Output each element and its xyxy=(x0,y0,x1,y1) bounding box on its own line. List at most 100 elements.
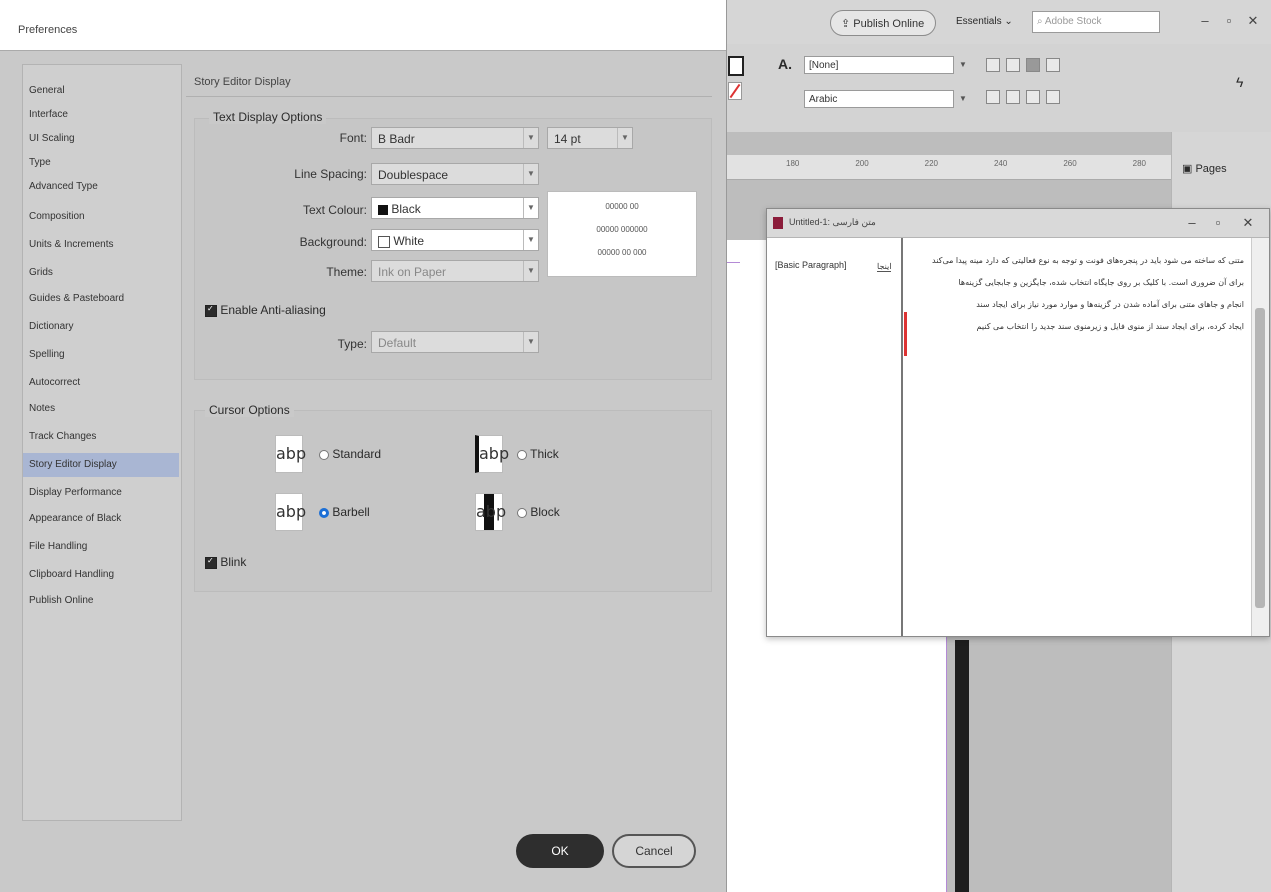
blink-checkbox[interactable]: Blink xyxy=(205,555,246,569)
story-editor-titlebar[interactable]: Untitled-1: متن فارسی – ▫ ✕ xyxy=(767,209,1269,238)
nav-item-appearance-of-black[interactable]: Appearance of Black xyxy=(29,507,121,531)
nav-item-file-handling[interactable]: File Handling xyxy=(29,535,87,559)
ruler-tick: 240 xyxy=(993,159,1008,168)
nav-item-autocorrect[interactable]: Autocorrect xyxy=(29,371,80,395)
nav-item-clipboard-handling[interactable]: Clipboard Handling xyxy=(29,563,114,587)
line-spacing-label: Line Spacing: xyxy=(294,167,367,181)
nav-item-units-increments[interactable]: Units & Increments xyxy=(29,233,113,257)
overset-marker xyxy=(904,312,907,356)
dialog-title: Preferences xyxy=(18,24,78,36)
nav-item-type[interactable]: Type xyxy=(29,151,51,175)
scrollbar-thumb[interactable] xyxy=(1255,308,1265,608)
align-right-button[interactable] xyxy=(1026,58,1040,72)
justify-all-button[interactable] xyxy=(1026,90,1040,104)
justify-left-button[interactable] xyxy=(986,90,1000,104)
group-title: Text Display Options xyxy=(209,110,327,124)
preferences-dialog: Preferences General Interface UI Scaling… xyxy=(0,0,727,892)
type-label: Type: xyxy=(337,337,367,351)
workspace-switcher[interactable]: Essentials ⌄ xyxy=(956,16,1013,27)
pages-icon: ▣ xyxy=(1182,163,1196,175)
chevron-down-icon: ▼ xyxy=(523,230,538,250)
text-colour-select[interactable]: Black ▼ xyxy=(371,197,539,219)
radio-icon xyxy=(517,449,527,460)
story-text-line: متنی که ساخته می شود باید در پنجره‌های ف… xyxy=(932,256,1244,265)
language-field[interactable]: Arabic xyxy=(804,90,954,108)
maximize-button[interactable]: ▫ xyxy=(1207,212,1229,234)
line-spacing-select[interactable]: Doublespace ▼ xyxy=(371,163,539,185)
nav-item-interface[interactable]: Interface xyxy=(29,103,68,127)
search-icon: ⌕ xyxy=(1037,16,1045,27)
minimize-window-button[interactable]: – xyxy=(1194,10,1216,32)
font-size-select[interactable]: 14 pt ▼ xyxy=(547,127,633,149)
nav-item-dictionary[interactable]: Dictionary xyxy=(29,315,73,339)
stroke-swatch-icon[interactable] xyxy=(728,82,742,100)
publish-online-button[interactable]: ⇪ Publish Online xyxy=(830,10,936,36)
ruler-tick: 280 xyxy=(1132,159,1146,168)
theme-label: Theme: xyxy=(326,265,367,279)
close-window-button[interactable]: ✕ xyxy=(1242,10,1264,32)
ruler-tick: 260 xyxy=(1063,159,1077,168)
background-label: Background: xyxy=(299,235,367,249)
nav-item-advanced-type[interactable]: Advanced Type xyxy=(29,175,98,199)
chevron-down-icon: ▼ xyxy=(523,128,538,148)
app-top-bar: ⇪ Publish Online Essentials ⌄ ⌕ Adobe St… xyxy=(726,0,1271,45)
lightning-icon[interactable]: ϟ xyxy=(1236,74,1243,90)
nav-item-spelling[interactable]: Spelling xyxy=(29,343,65,367)
nav-item-composition[interactable]: Composition xyxy=(29,205,85,229)
font-select[interactable]: B Badr ▼ xyxy=(371,127,539,149)
cancel-button[interactable]: Cancel xyxy=(612,834,696,868)
dialog-titlebar: Preferences xyxy=(0,0,726,51)
nav-item-grids[interactable]: Grids xyxy=(29,261,53,285)
anti-aliasing-checkbox[interactable]: Enable Anti-aliasing xyxy=(205,303,326,317)
chevron-down-icon: ▼ xyxy=(617,128,632,148)
chevron-down-icon: ▼ xyxy=(523,261,538,281)
chevron-down-icon: ⌄ xyxy=(1004,16,1013,27)
preview-line: 00000 00 000 xyxy=(597,248,647,257)
nav-item-publish-online[interactable]: Publish Online xyxy=(29,589,93,613)
justify-center-button[interactable] xyxy=(1006,90,1020,104)
theme-select[interactable]: Ink on Paper ▼ xyxy=(371,260,539,282)
nav-item-display-performance[interactable]: Display Performance xyxy=(29,481,122,505)
cursor-barbell-radio[interactable]: Barbell xyxy=(319,505,370,519)
nav-item-guides-pasteboard[interactable]: Guides & Pasteboard xyxy=(29,287,124,311)
cursor-thick-radio[interactable]: Thick xyxy=(517,447,559,461)
antialias-type-select[interactable]: Default ▼ xyxy=(371,331,539,353)
align-left-button[interactable] xyxy=(986,58,1000,72)
share-icon: ⇪ xyxy=(841,18,851,30)
black-swatch-icon xyxy=(378,204,388,215)
nav-item-notes[interactable]: Notes xyxy=(29,397,55,421)
depth-label: اینجا xyxy=(877,262,892,272)
align-center-button[interactable] xyxy=(1006,58,1020,72)
nav-item-ui-scaling[interactable]: UI Scaling xyxy=(29,127,75,151)
white-swatch-icon xyxy=(378,235,390,248)
align-spine-button[interactable] xyxy=(1046,90,1060,104)
chevron-down-icon[interactable]: ▼ xyxy=(956,56,970,74)
nav-item-track-changes[interactable]: Track Changes xyxy=(29,425,96,449)
story-style-column: [Basic Paragraph] اینجا xyxy=(767,238,903,636)
story-text-line: برای آن ضروری است. با کلیک بر روی جایگاه… xyxy=(958,278,1244,287)
maximize-window-button[interactable]: ▫ xyxy=(1218,10,1240,32)
background-select[interactable]: White ▼ xyxy=(371,229,539,251)
story-text-line: انجام و جاهای متنی برای آماده شدن در گزی… xyxy=(976,300,1244,309)
pages-panel-tab[interactable]: ▣ Pages xyxy=(1182,162,1227,175)
close-button[interactable]: ✕ xyxy=(1237,212,1259,234)
nav-item-general[interactable]: General xyxy=(29,79,65,103)
nav-item-story-editor-display[interactable]: Story Editor Display xyxy=(23,453,179,477)
section-title: Story Editor Display xyxy=(194,76,291,88)
stock-search-input[interactable]: ⌕ Adobe Stock xyxy=(1032,11,1160,33)
cursor-options-group: Cursor Options abp Standard abp Thick ab… xyxy=(194,403,712,592)
minimize-button[interactable]: – xyxy=(1181,212,1203,234)
story-text-area[interactable]: متنی که ساخته می شود باید در پنجره‌های ف… xyxy=(904,238,1249,636)
font-label: Font: xyxy=(339,131,367,145)
cursor-block-radio[interactable]: Block xyxy=(517,505,560,519)
page-shadow xyxy=(955,640,969,892)
justify-button[interactable] xyxy=(1046,58,1060,72)
paragraph-style-field[interactable]: [None] xyxy=(804,56,954,74)
ok-button[interactable]: OK xyxy=(516,834,604,868)
cursor-standard-radio[interactable]: Standard xyxy=(319,447,381,461)
cursor-barbell-preview: abp xyxy=(275,493,306,531)
chevron-down-icon[interactable]: ▼ xyxy=(956,90,970,108)
story-editor-scrollbar[interactable] xyxy=(1251,238,1269,636)
story-text-line: ایجاد کرده، برای ایجاد سند از منوی فایل … xyxy=(976,322,1244,331)
fill-swatch-icon[interactable] xyxy=(728,56,744,76)
